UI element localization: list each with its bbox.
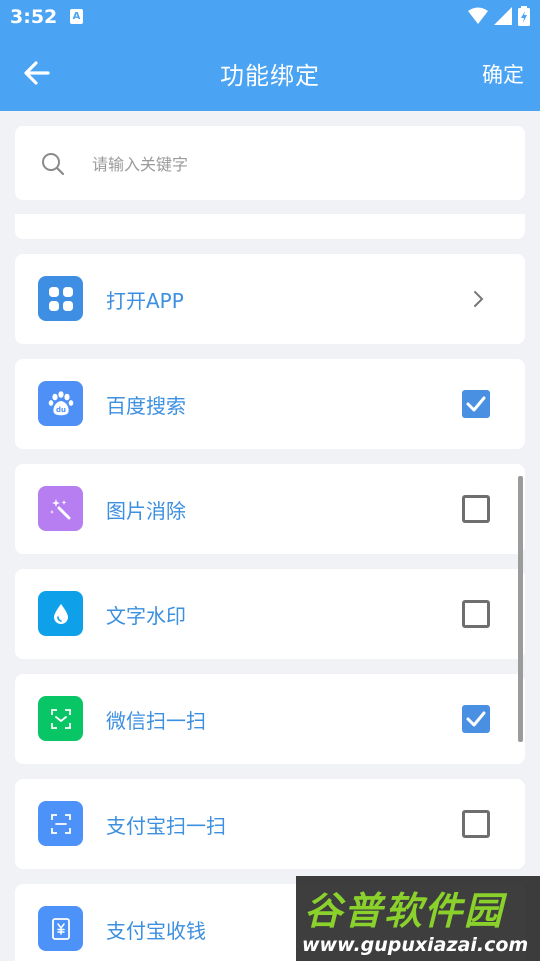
signal-icon — [494, 7, 512, 25]
item-label: 打开APP — [106, 289, 184, 313]
check-icon — [466, 711, 486, 727]
item-label: 文字水印 — [106, 604, 186, 628]
watermark-title: 谷普软件园 — [304, 889, 505, 933]
confirm-button[interactable]: 确定 — [482, 59, 524, 89]
chevron-right-icon — [474, 291, 484, 307]
apps-grid-icon — [38, 276, 83, 321]
app-bar: 功能绑定 确定 — [0, 36, 540, 111]
list-item-partial — [15, 214, 525, 239]
checkbox-checked[interactable] — [462, 705, 490, 733]
water-drop-icon — [38, 591, 83, 636]
watermark-url: www.gupuxiazai.com — [302, 934, 529, 956]
watermark-logo: 谷普软件园 www.gupuxiazai.com — [296, 876, 540, 961]
notification-icon: A — [70, 9, 83, 24]
checkbox-checked[interactable] — [462, 390, 490, 418]
item-label: 微信扫一扫 — [106, 709, 206, 733]
scrollbar-thumb[interactable] — [518, 476, 523, 742]
search-icon — [42, 153, 65, 176]
list-item-text-watermark[interactable]: 文字水印 — [15, 569, 525, 659]
svg-text:du: du — [56, 406, 66, 414]
alipay-receive-icon — [38, 906, 83, 951]
status-time: 3:52 — [10, 6, 58, 28]
magic-wand-icon — [38, 486, 83, 531]
item-label: 支付宝扫一扫 — [106, 814, 226, 838]
check-icon — [466, 396, 486, 412]
list-item-alipay-scan[interactable]: 支付宝扫一扫 — [15, 779, 525, 869]
list-item-open-app[interactable]: 打开APP — [15, 254, 525, 344]
battery-icon — [518, 6, 530, 26]
checkbox-unchecked[interactable] — [462, 495, 490, 523]
wifi-icon — [468, 7, 488, 24]
list-item-image-erase[interactable]: 图片消除 — [15, 464, 525, 554]
checkbox-unchecked[interactable] — [462, 810, 490, 838]
list-item-wechat-scan[interactable]: 微信扫一扫 — [15, 674, 525, 764]
item-label: 图片消除 — [106, 499, 186, 523]
item-label: 支付宝收钱 — [106, 919, 206, 943]
search-input[interactable] — [90, 148, 494, 180]
list-item-baidu-search[interactable]: du 百度搜索 — [15, 359, 525, 449]
wechat-scan-icon — [38, 696, 83, 741]
function-list: 打开APP du 百度搜索 图片消除 文字水印 微信扫一扫 支付宝扫一扫 支付宝… — [0, 214, 540, 961]
baidu-paw-icon: du — [38, 381, 83, 426]
page-title: 功能绑定 — [220, 62, 320, 90]
status-bar: 3:52 A — [0, 0, 540, 36]
status-indicators — [468, 6, 530, 26]
item-label: 百度搜索 — [106, 394, 186, 418]
checkbox-unchecked[interactable] — [462, 600, 490, 628]
alipay-scan-icon — [38, 801, 83, 846]
search-bar — [15, 126, 525, 200]
